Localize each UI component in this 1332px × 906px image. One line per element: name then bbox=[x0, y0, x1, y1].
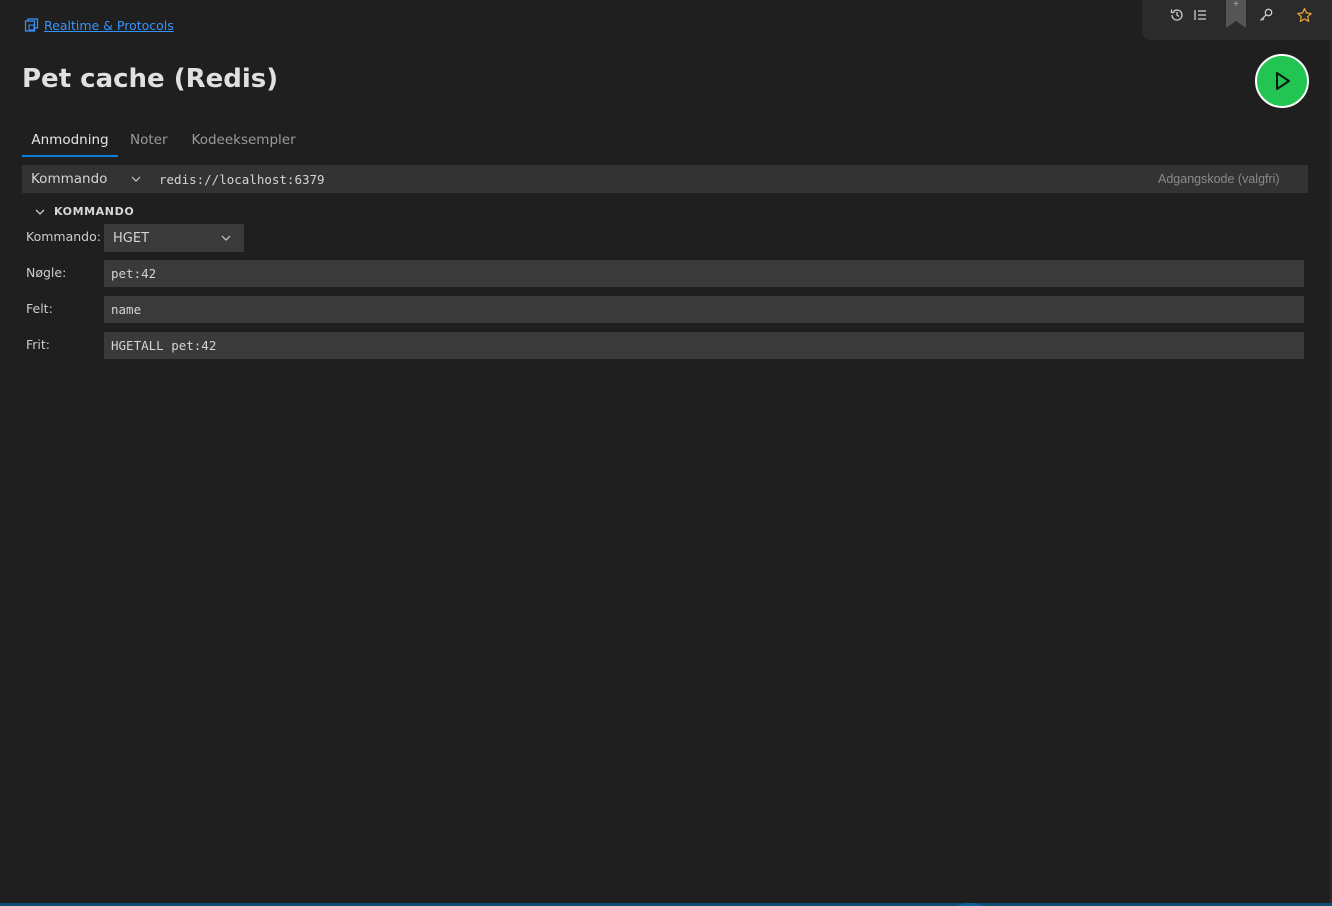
url-input[interactable]: redis://localhost:6379 bbox=[159, 172, 1158, 187]
command-select[interactable]: HGET bbox=[104, 224, 244, 252]
list-icon bbox=[1194, 10, 1206, 20]
command-label: Kommando: bbox=[26, 229, 101, 244]
section-toggle-command[interactable]: KOMMANDO bbox=[34, 205, 134, 218]
chevron-down-icon bbox=[221, 235, 231, 241]
key-label: Nøgle: bbox=[26, 265, 67, 280]
favorite-button[interactable] bbox=[1293, 4, 1315, 26]
tab-notes[interactable]: Noter bbox=[118, 124, 180, 157]
chevron-down-icon bbox=[35, 209, 45, 215]
page-title: Pet cache (Redis) bbox=[22, 64, 279, 94]
mode-select-value: Kommando bbox=[31, 171, 108, 187]
run-button[interactable] bbox=[1255, 54, 1309, 108]
free-label: Frit: bbox=[26, 337, 51, 352]
app-page: Realtime & Protocols + Pet cache (Redis)… bbox=[0, 0, 1332, 906]
top-toolbar: + bbox=[1142, 0, 1332, 40]
breadcrumb-link[interactable]: Realtime & Protocols bbox=[44, 18, 174, 33]
command-select-value: HGET bbox=[113, 230, 150, 246]
bookmark-button[interactable]: + bbox=[1226, 0, 1246, 28]
tab-code-examples[interactable]: Kodeeksempler bbox=[180, 124, 308, 157]
section-title: KOMMANDO bbox=[54, 205, 135, 218]
list-button[interactable] bbox=[1189, 4, 1211, 26]
free-command-input[interactable] bbox=[104, 332, 1304, 359]
breadcrumb[interactable]: Realtime & Protocols bbox=[24, 17, 174, 33]
history-button[interactable] bbox=[1166, 4, 1188, 26]
key-input[interactable] bbox=[104, 260, 1304, 287]
field-label: Felt: bbox=[26, 301, 53, 316]
star-icon bbox=[1296, 7, 1312, 22]
tab-request[interactable]: Anmodning bbox=[22, 124, 118, 157]
connection-bar: Kommando redis://localhost:6379 bbox=[22, 165, 1308, 193]
tab-bar: Anmodning Noter Kodeeksempler bbox=[22, 124, 308, 157]
key-button[interactable] bbox=[1255, 4, 1277, 26]
mode-select[interactable]: Kommando bbox=[22, 165, 152, 193]
history-icon bbox=[1170, 9, 1183, 21]
play-icon bbox=[1276, 72, 1290, 90]
chevron-down-icon bbox=[131, 176, 141, 182]
password-input[interactable] bbox=[1158, 165, 1308, 193]
collection-icon bbox=[24, 18, 39, 32]
key-icon bbox=[1260, 8, 1273, 21]
bookmark-plus: + bbox=[1233, 0, 1239, 10]
field-input[interactable] bbox=[104, 296, 1304, 323]
